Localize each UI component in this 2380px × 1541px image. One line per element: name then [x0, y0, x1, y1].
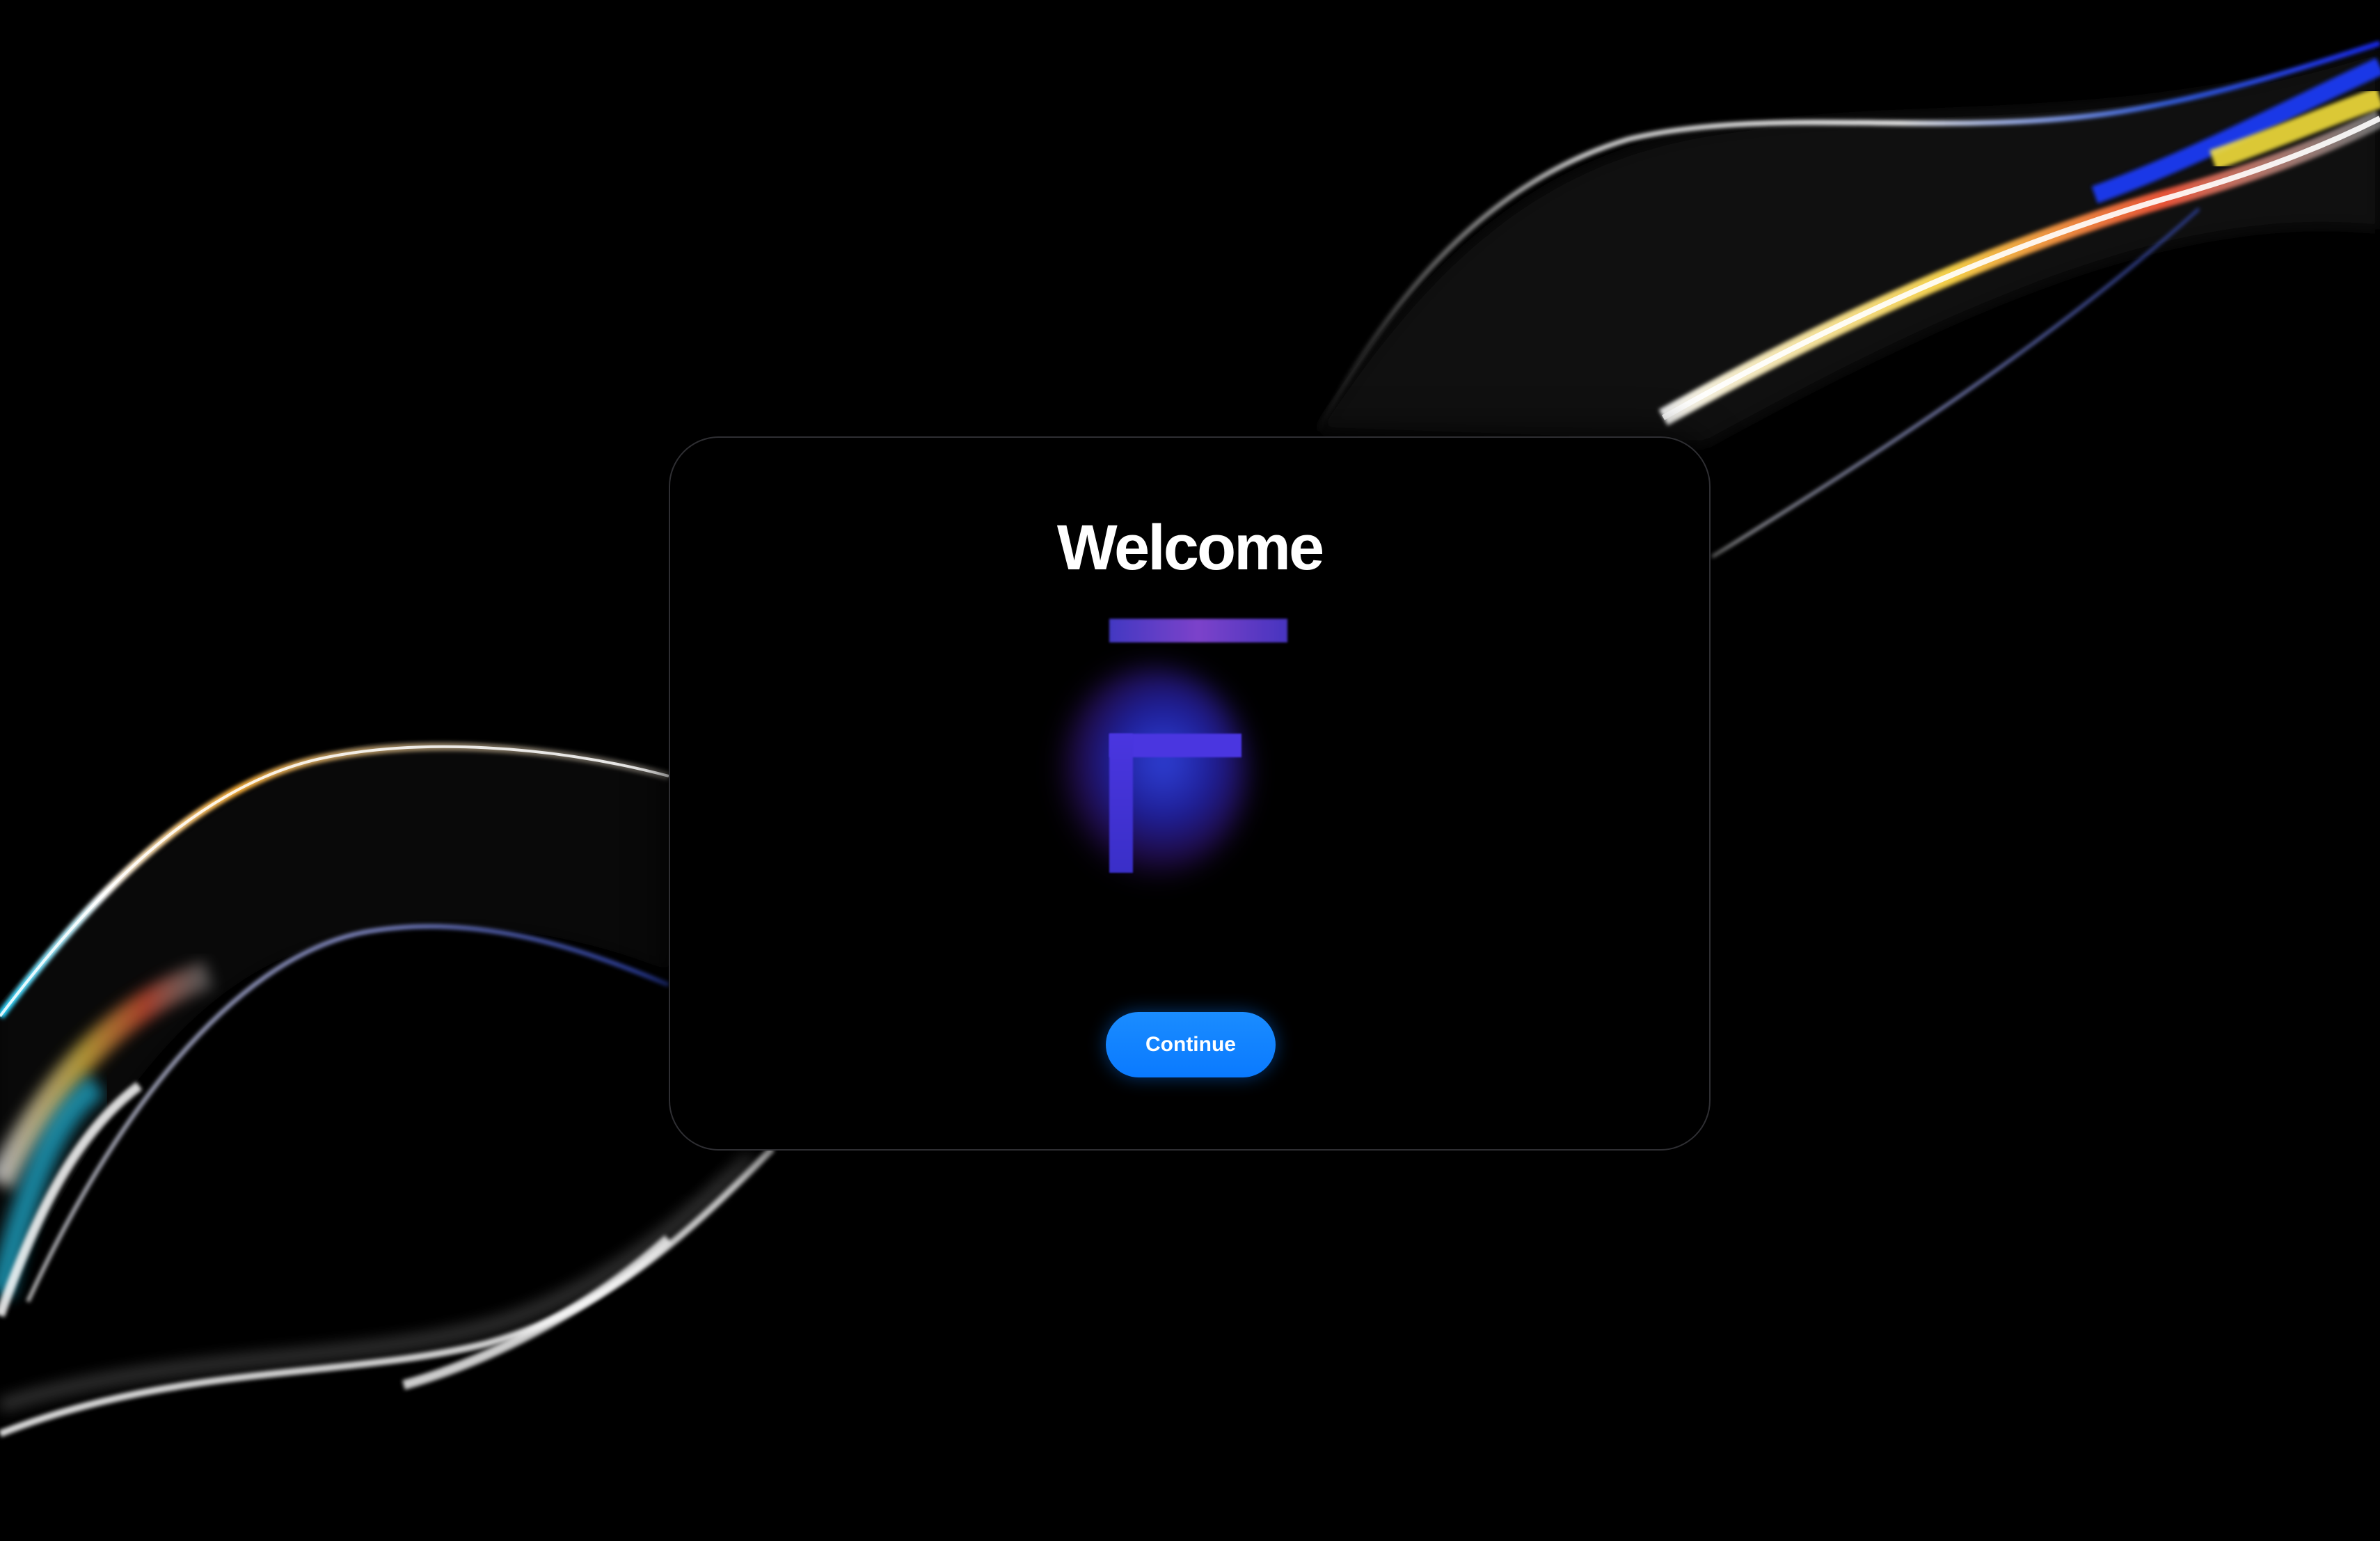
- logo-glow: [1060, 667, 1248, 876]
- logo-vertical-bar: [1109, 734, 1133, 873]
- continue-button[interactable]: Continue: [1106, 1012, 1276, 1077]
- welcome-dialog: Welcome Continue: [669, 436, 1711, 1151]
- welcome-title: Welcome: [1056, 512, 1324, 583]
- logo-top-bar: [1109, 619, 1287, 642]
- app-logo-icon: [1039, 619, 1287, 911]
